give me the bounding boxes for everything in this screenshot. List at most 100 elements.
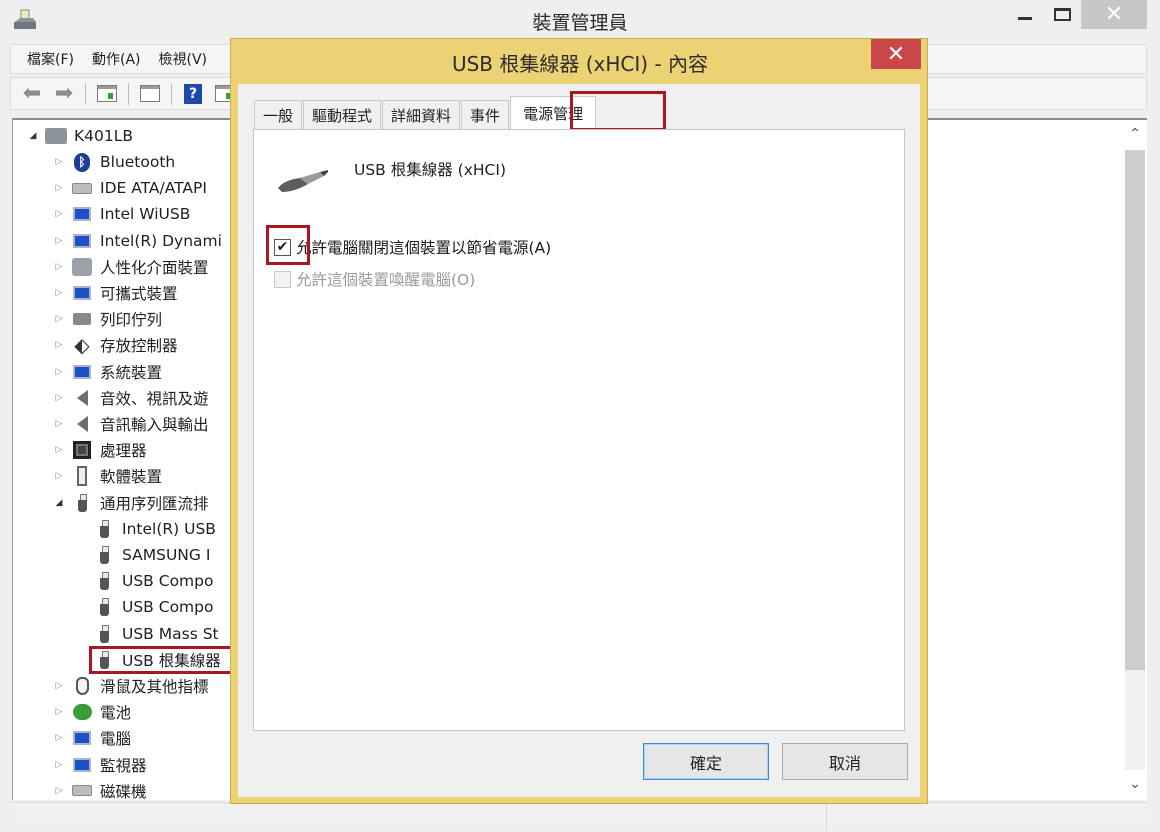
dialog-body: 一般 驅動程式 詳細資料 事件 電源管理 USB 根集線器 (xHCI) ✔ 允… [238, 84, 920, 797]
tree-item-label: Intel WiUSB [100, 205, 191, 224]
tree-item-label: 處理器 [100, 442, 147, 461]
tree-item-category-0[interactable]: ▷ ᛒ Bluetooth [53, 150, 175, 174]
expand-arrow-icon[interactable]: ▷ [53, 288, 65, 298]
tree-item-usb-device-1[interactable]: SAMSUNG I [93, 543, 210, 567]
scroll-up-icon[interactable]: ⌃ [1125, 126, 1145, 146]
console-tree-icon [97, 85, 117, 102]
tree-item-category-11[interactable]: ▷ 處理器 [53, 438, 147, 462]
device-name: USB 根集線器 (xHCI) [354, 161, 506, 179]
tree-item-category-after-4[interactable]: ▷ 磁碟機 [53, 779, 147, 803]
tree-item-category-after-1[interactable]: ▷ 電池 [53, 700, 131, 724]
close-window-button[interactable]: ✕ [1081, 0, 1147, 29]
checkbox-highlight-box [266, 225, 310, 265]
maximize-button[interactable] [1050, 0, 1074, 28]
tree-item-label: 音效、視訊及遊 [100, 389, 209, 408]
ok-button[interactable]: 確定 [643, 743, 769, 780]
expand-arrow-icon[interactable]: ▷ [53, 314, 65, 324]
tree-item-category-5[interactable]: ▷ 可攜式裝置 [53, 281, 178, 305]
tab-general[interactable]: 一般 [254, 100, 303, 130]
window-title: 裝置管理員 [532, 12, 628, 34]
tree-item-label: Intel(R) USB [122, 519, 216, 538]
dialog-close-button[interactable]: ✕ [871, 39, 921, 69]
tree-item-category-6[interactable]: ▷ 列印佇列 [53, 307, 162, 331]
expand-arrow-icon[interactable]: ▷ [53, 707, 65, 717]
tree-item-label: USB Mass St [122, 624, 219, 643]
tab-events[interactable]: 事件 [461, 100, 510, 130]
cpu-icon [71, 440, 93, 460]
tab-details[interactable]: 詳細資料 [382, 100, 461, 130]
expand-arrow-icon[interactable]: ▷ [53, 786, 65, 796]
tree-item-usb-device-2[interactable]: USB Compo [93, 569, 213, 593]
expand-arrow-icon[interactable]: ▷ [53, 262, 65, 272]
drive-icon [71, 178, 93, 198]
expand-arrow-icon[interactable]: ▷ [53, 733, 65, 743]
expand-arrow-icon[interactable]: ▷ [53, 236, 65, 246]
minimize-icon [1018, 16, 1032, 20]
tab-driver[interactable]: 驅動程式 [303, 100, 382, 130]
tree-item-label: Intel(R) Dynami [100, 231, 222, 250]
tree-item-category-after-3[interactable]: ▷ 監視器 [53, 753, 147, 777]
mouse-icon [71, 676, 93, 696]
allow-power-off-option[interactable]: ✔ 允許電腦關閉這個裝置以節省電源(A) [274, 236, 551, 258]
printer-icon [71, 309, 93, 329]
tree-item-category-after-2[interactable]: ▷ 電腦 [53, 726, 131, 750]
help-button[interactable]: ? [180, 82, 206, 106]
allow-wake-label: 允許這個裝置喚醒電腦(O) [296, 271, 476, 289]
cancel-button[interactable]: 取消 [782, 743, 908, 780]
scroll-thumb[interactable] [1125, 150, 1145, 670]
expand-arrow-icon[interactable]: ▷ [53, 367, 65, 377]
collapse-arrow-icon[interactable]: ◢ [27, 131, 39, 141]
usb-cable-icon [278, 170, 328, 192]
expand-arrow-icon[interactable]: ▷ [53, 157, 65, 167]
expand-arrow-icon[interactable]: ▷ [53, 445, 65, 455]
back-button[interactable]: ⬅ [19, 82, 45, 106]
tree-item-category-3[interactable]: ▷ Intel(R) Dynami [53, 229, 222, 253]
monitor-icon [71, 231, 93, 251]
vertical-scrollbar[interactable]: ⌃ ⌄ [1123, 120, 1146, 800]
tree-item-label: 電腦 [100, 730, 132, 749]
tree-item-category-after-0[interactable]: ▷ 滑鼠及其他指標 [53, 674, 209, 698]
menu-file[interactable]: 檔案(F) [27, 49, 74, 69]
forward-arrow-icon: ➡ [54, 80, 74, 106]
expand-arrow-icon[interactable]: ▷ [53, 183, 65, 193]
tree-item-label: 存放控制器 [100, 337, 178, 356]
expand-arrow-icon[interactable]: ▷ [53, 471, 65, 481]
minimize-button[interactable] [1012, 0, 1038, 28]
tree-item-label: 系統裝置 [100, 363, 163, 382]
dialog-title: USB 根集線器 (xHCI) - 內容 [451, 52, 709, 76]
menu-action[interactable]: 動作(A) [92, 49, 141, 69]
collapse-arrow-icon[interactable]: ◢ [53, 498, 65, 508]
expand-arrow-icon[interactable]: ▷ [53, 419, 65, 429]
tree-item-usb-device-4[interactable]: USB Mass St [93, 622, 219, 646]
show-hide-console-tree-button[interactable] [94, 82, 120, 106]
tree-item-category-4[interactable]: ▷ 人性化介面裝置 [53, 255, 209, 279]
tree-item-category-2[interactable]: ▷ Intel WiUSB [53, 202, 191, 226]
usb-icon [93, 571, 115, 591]
back-arrow-icon: ⬅ [22, 80, 42, 106]
tree-item-label: USB Compo [122, 572, 214, 591]
tree-root[interactable]: ◢ K401LB [27, 124, 134, 148]
forward-button[interactable]: ➡ [51, 82, 77, 106]
tree-item-category-13[interactable]: ◢ 通用序列匯流排 [53, 491, 209, 515]
tree-item-category-10[interactable]: ▷ 音訊輸入與輸出 [53, 412, 209, 436]
tree-item-category-1[interactable]: ▷ IDE ATA/ATAPI [53, 176, 207, 200]
properties-button[interactable] [137, 82, 163, 106]
tree-item-category-12[interactable]: ▷ 軟體裝置 [53, 464, 162, 488]
tree-item-category-7[interactable]: ▷ ⬖ 存放控制器 [53, 333, 178, 357]
tree-item-category-9[interactable]: ▷ 音效、視訊及遊 [53, 386, 209, 410]
computer-icon [45, 126, 67, 146]
menu-view[interactable]: 檢視(V) [159, 49, 208, 69]
tree-item-label: Bluetooth [100, 153, 176, 171]
expand-arrow-icon[interactable]: ▷ [53, 209, 65, 219]
expand-arrow-icon[interactable]: ▷ [53, 681, 65, 691]
software-device-icon [71, 466, 93, 487]
tree-item-category-8[interactable]: ▷ 系統裝置 [53, 360, 162, 384]
tree-item-usb-device-3[interactable]: USB Compo [93, 595, 213, 619]
expand-arrow-icon[interactable]: ▷ [53, 393, 65, 403]
expand-arrow-icon[interactable]: ▷ [53, 760, 65, 770]
scroll-down-icon[interactable]: ⌄ [1125, 776, 1145, 796]
expand-arrow-icon[interactable]: ▷ [53, 340, 65, 350]
monitor-icon [71, 755, 93, 775]
tree-item-usb-device-0[interactable]: Intel(R) USB [93, 517, 216, 541]
tree-item-label: 列印佇列 [100, 311, 163, 330]
